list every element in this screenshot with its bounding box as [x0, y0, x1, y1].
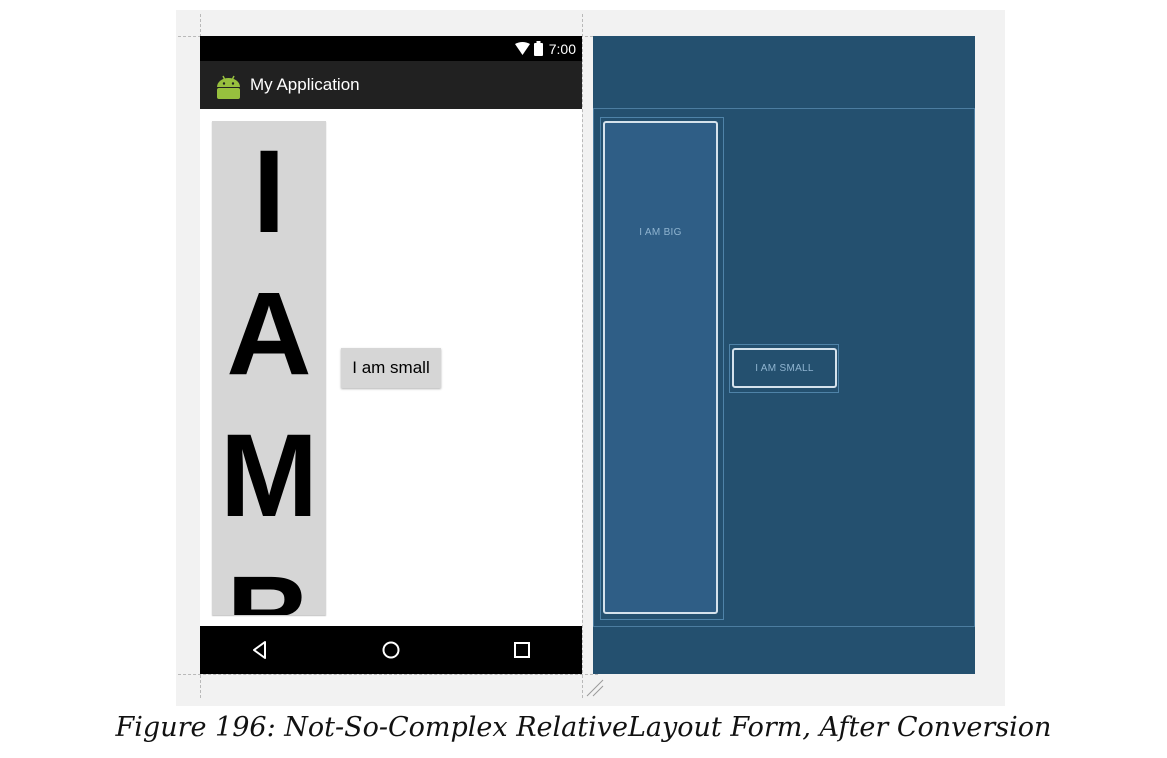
- battery-icon: [533, 41, 543, 56]
- blueprint-big-button-label: I AM BIG: [639, 227, 682, 238]
- home-icon[interactable]: [380, 639, 402, 661]
- blueprint-small-button-label: I AM SMALL: [755, 362, 814, 374]
- back-icon[interactable]: [249, 639, 271, 661]
- blueprint-right-edge: [974, 108, 975, 626]
- blueprint-navbar-divider: [593, 626, 975, 627]
- big-button[interactable]: I AM B: [212, 121, 326, 615]
- status-time: 7:00: [548, 40, 576, 57]
- blueprint-big-button[interactable]: I AM BIG: [603, 121, 718, 614]
- navigation-bar: [200, 626, 582, 674]
- recents-icon[interactable]: [511, 639, 533, 661]
- resize-handle-icon[interactable]: [585, 678, 605, 698]
- small-button-label: I am small: [352, 358, 430, 377]
- blueprint-appbar-divider: [593, 108, 975, 109]
- android-logo-icon: [217, 75, 240, 99]
- status-bar: 7:00: [200, 36, 582, 61]
- small-button[interactable]: I am small: [341, 348, 441, 388]
- wifi-icon: [514, 42, 530, 55]
- design-preview[interactable]: 7:00 My Application I AM B I am small: [200, 36, 582, 674]
- blueprint-small-button[interactable]: I AM SMALL: [732, 348, 837, 388]
- figure-caption: Figure 196: Not-So-Complex RelativeLayou…: [115, 712, 1052, 743]
- blueprint-left-edge: [593, 108, 594, 626]
- big-button-label: I AM B: [219, 126, 319, 615]
- guide-line-bottom: [178, 674, 598, 675]
- blueprint-preview[interactable]: I AM BIG I AM SMALL: [593, 36, 975, 674]
- app-bar: My Application: [200, 61, 582, 109]
- guide-line-right: [582, 14, 583, 698]
- app-title: My Application: [250, 75, 360, 94]
